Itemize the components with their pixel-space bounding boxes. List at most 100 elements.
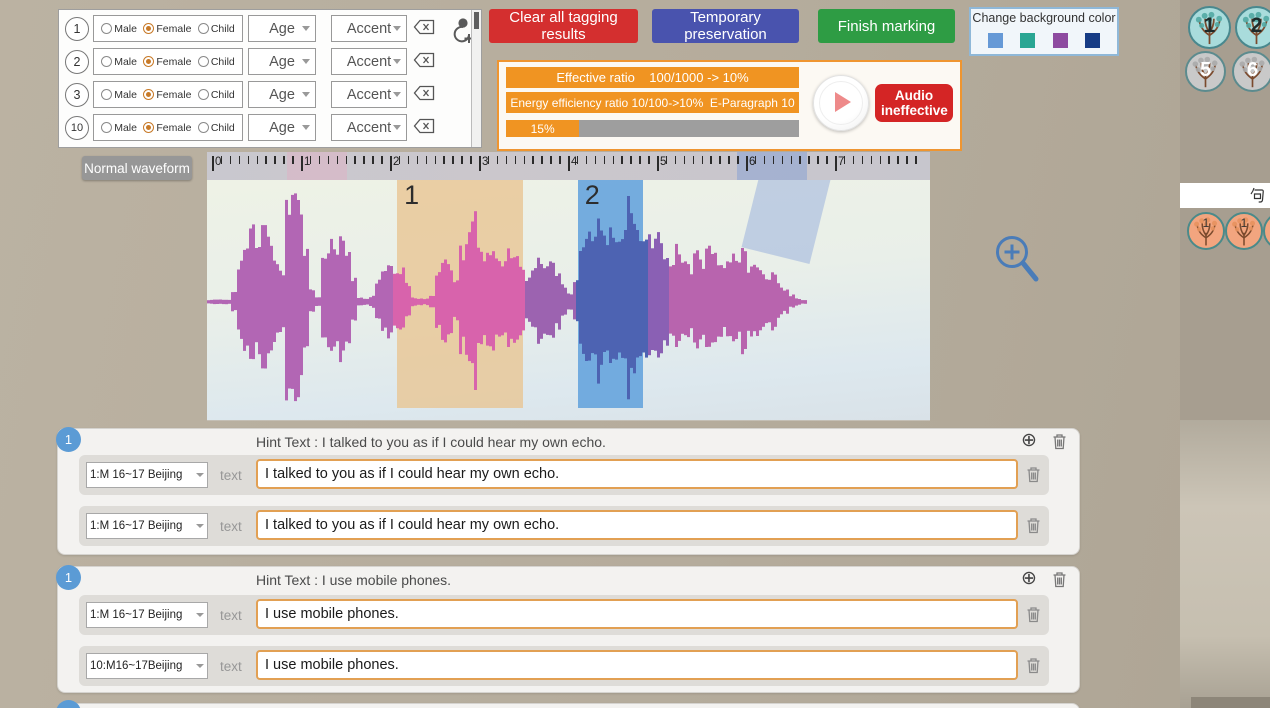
radio-child[interactable]: Child <box>198 56 235 68</box>
audio-stats-panel: Effective ratio 100/1000 -> 10% Energy e… <box>497 60 962 151</box>
paragraph-badge-5[interactable]: 5 <box>1185 51 1226 92</box>
radio-child[interactable]: Child <box>198 23 235 35</box>
accent-dropdown[interactable]: Accent <box>331 114 407 141</box>
bg-color-swatch-1[interactable] <box>1020 33 1035 48</box>
radio-child-dot[interactable] <box>198 122 209 133</box>
speaker-select[interactable]: 10:M16~17Beijing <box>86 653 208 679</box>
radio-male-dot[interactable] <box>101 122 112 133</box>
radio-child-dot[interactable] <box>198 89 209 100</box>
sentence-badge-1a[interactable]: 1 <box>1187 212 1225 250</box>
backspace-icon[interactable] <box>413 52 435 68</box>
transcript-input[interactable] <box>256 459 1018 489</box>
bg-color-swatch-0[interactable] <box>988 33 1003 48</box>
radio-female[interactable]: Female <box>143 89 191 101</box>
ruler-major-tick <box>568 156 570 171</box>
hint-text: Hint Text : I talked to you as if I coul… <box>256 434 606 450</box>
transcript-input[interactable] <box>256 650 1018 680</box>
radio-child-dot[interactable] <box>198 23 209 34</box>
accent-dropdown[interactable]: Accent <box>331 15 407 42</box>
badge-number: 1 <box>1190 14 1229 38</box>
speaker-select[interactable]: 1:M 16~17 Beijing <box>86 462 208 488</box>
radio-female-dot[interactable] <box>143 122 154 133</box>
age-dropdown[interactable]: Age <box>248 81 316 108</box>
annotation-block-1: 1 Hint Text : I talked to you as if I co… <box>57 428 1080 555</box>
paragraph-badge-1[interactable]: 1 <box>1188 6 1231 49</box>
bg-color-swatch-3[interactable] <box>1085 33 1100 48</box>
text-label: text <box>220 506 242 546</box>
radio-male[interactable]: Male <box>101 122 137 134</box>
delete-row-icon[interactable] <box>1026 466 1041 488</box>
age-dropdown[interactable]: Age <box>248 48 316 75</box>
sentence-badge-1c[interactable]: 1 <box>1263 212 1270 250</box>
ruler-minor-tick <box>346 156 348 164</box>
annotation-row: 1:M 16~17 Beijing text <box>79 506 1049 546</box>
waveform-display[interactable]: 12 <box>207 180 930 421</box>
radio-child-dot[interactable] <box>198 56 209 67</box>
ruler-minor-tick <box>710 156 712 164</box>
ruler-minor-tick <box>728 156 730 164</box>
radio-female-dot[interactable] <box>143 89 154 100</box>
radio-male[interactable]: Male <box>101 89 137 101</box>
accent-dropdown[interactable]: Accent <box>331 81 407 108</box>
radio-male-dot[interactable] <box>101 23 112 34</box>
radio-child-label: Child <box>211 122 235 134</box>
radio-female[interactable]: Female <box>143 56 191 68</box>
delete-row-icon[interactable] <box>1026 517 1041 539</box>
play-button[interactable] <box>813 75 869 131</box>
age-dropdown-value: Age <box>269 54 295 70</box>
sentence-badge-1b[interactable]: 1 <box>1225 212 1263 250</box>
radio-male-dot[interactable] <box>101 89 112 100</box>
scrollbar-thumb[interactable] <box>474 12 479 29</box>
delete-row-icon[interactable] <box>1026 657 1041 679</box>
ruler-minor-tick <box>773 156 775 164</box>
chevron-down-icon <box>393 125 401 130</box>
text-label: text <box>220 455 242 495</box>
paragraph-badge-2[interactable]: 2 <box>1235 6 1270 49</box>
finish-marking-button[interactable]: Finish marking <box>818 9 955 43</box>
radio-female-label: Female <box>156 56 191 68</box>
age-dropdown[interactable]: Age <box>248 15 316 42</box>
ruler-minor-tick <box>470 156 472 164</box>
speaker-panel-scrollbar[interactable] <box>471 10 481 147</box>
zoom-in-icon[interactable] <box>992 232 1044 290</box>
delete-row-icon[interactable] <box>1026 606 1041 628</box>
audio-ineffective-button[interactable]: Audioineffective <box>875 84 953 122</box>
add-row-icon[interactable]: ⊕ <box>1021 568 1037 590</box>
radio-male[interactable]: Male <box>101 56 137 68</box>
ruler-minor-tick <box>541 156 543 164</box>
transcript-input[interactable] <box>256 599 1018 629</box>
progress-fill: 15% <box>506 120 579 137</box>
accent-dropdown[interactable]: Accent <box>331 48 407 75</box>
speaker-select[interactable]: 1:M 16~17 Beijing <box>86 513 208 539</box>
delete-block-icon[interactable] <box>1052 433 1067 455</box>
ruler-minor-tick <box>559 156 561 164</box>
ruler-minor-tick <box>693 156 695 164</box>
gender-radio-group: Male Female Child <box>93 81 243 108</box>
speaker-select[interactable]: 1:M 16~17 Beijing <box>86 602 208 628</box>
backspace-icon[interactable] <box>413 85 435 101</box>
bg-color-swatch-2[interactable] <box>1053 33 1068 48</box>
radio-child[interactable]: Child <box>198 89 235 101</box>
radio-male[interactable]: Male <box>101 23 137 35</box>
radio-female[interactable]: Female <box>143 23 191 35</box>
age-dropdown[interactable]: Age <box>248 114 316 141</box>
delete-block-icon[interactable] <box>1052 571 1067 593</box>
transcript-input[interactable] <box>256 510 1018 540</box>
paragraph-badge-6[interactable]: 6 <box>1232 51 1270 92</box>
cn-char-sentence-icon <box>1249 187 1265 204</box>
sentence-tab-band[interactable] <box>1180 183 1270 208</box>
text-label: text <box>220 595 242 635</box>
backspace-icon[interactable] <box>413 19 435 35</box>
clear-all-tagging-button[interactable]: Clear all tagging results <box>489 9 638 43</box>
backspace-icon[interactable] <box>413 118 435 134</box>
radio-female[interactable]: Female <box>143 122 191 134</box>
add-row-icon[interactable]: ⊕ <box>1021 430 1037 452</box>
ruler-minor-tick <box>782 156 784 164</box>
radio-child[interactable]: Child <box>198 122 235 134</box>
ruler-minor-tick <box>702 156 704 164</box>
radio-female-dot[interactable] <box>143 23 154 34</box>
radio-female-dot[interactable] <box>143 56 154 67</box>
temporary-preservation-button[interactable]: Temporary preservation <box>652 9 799 43</box>
radio-male-dot[interactable] <box>101 56 112 67</box>
block-badge: 1 <box>56 565 81 590</box>
